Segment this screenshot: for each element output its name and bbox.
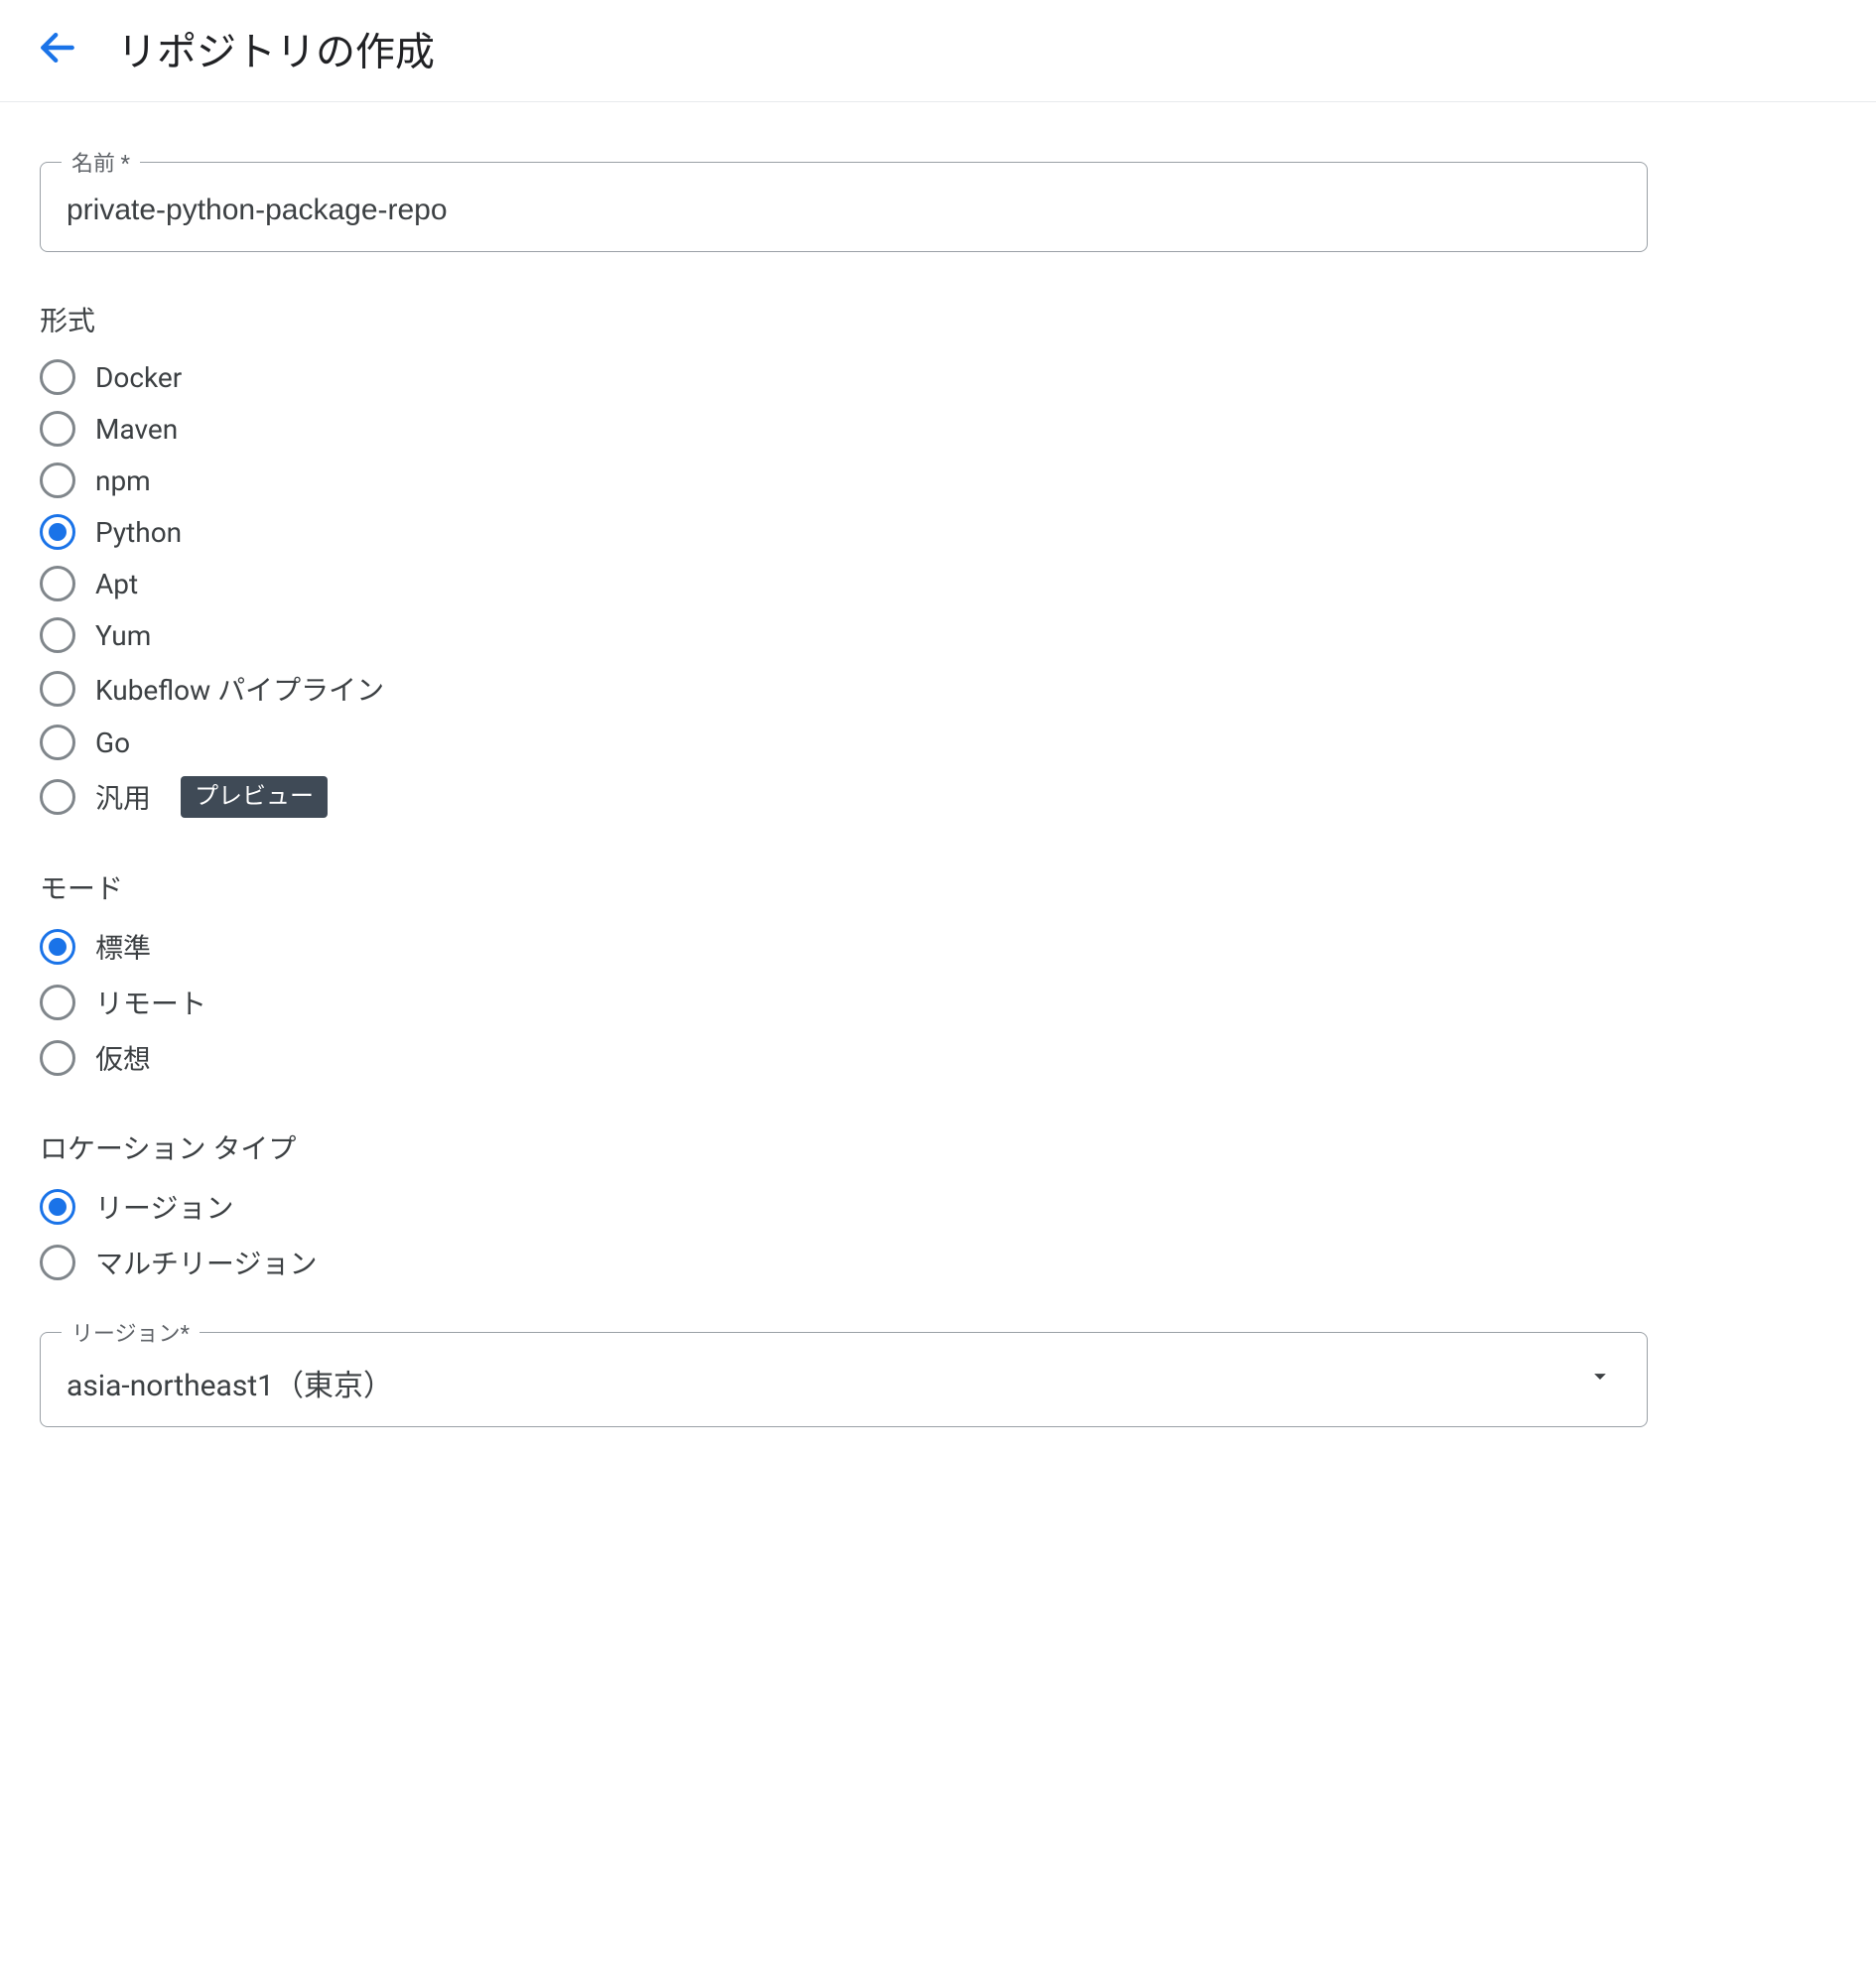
mode-option[interactable]: 仮想 bbox=[40, 1032, 1836, 1084]
format-option[interactable]: Maven bbox=[40, 405, 1836, 453]
format-option[interactable]: Apt bbox=[40, 560, 1836, 607]
back-button[interactable] bbox=[30, 21, 85, 76]
location-type-option[interactable]: リージョン bbox=[40, 1181, 1836, 1233]
page-title: リポジトリの作成 bbox=[117, 20, 435, 77]
name-field: 名前 * bbox=[40, 162, 1648, 252]
format-option[interactable]: 汎用プレビュー bbox=[40, 770, 1836, 824]
radio-icon bbox=[40, 359, 75, 395]
radio-icon bbox=[40, 779, 75, 815]
radio-label: Kubeflow パイプライン bbox=[95, 669, 384, 709]
format-radio-group: Docker Maven npm Python Apt Yum Kubeflow パイプライ… bbox=[40, 353, 1836, 824]
mode-section-label: モード bbox=[40, 867, 1836, 907]
form-area: 名前 * 形式 Docker Maven npm Python Apt Yum Kubefl… bbox=[0, 102, 1876, 1467]
radio-label: npm bbox=[95, 464, 151, 497]
radio-icon bbox=[40, 725, 75, 760]
radio-icon bbox=[40, 463, 75, 498]
format-option[interactable]: Kubeflow パイプライン bbox=[40, 663, 1836, 715]
radio-icon bbox=[40, 1245, 75, 1280]
preview-badge: プレビュー bbox=[181, 776, 328, 818]
format-option[interactable]: Yum bbox=[40, 611, 1836, 659]
radio-label: 汎用 bbox=[95, 777, 151, 817]
radio-icon bbox=[40, 671, 75, 707]
radio-icon bbox=[40, 411, 75, 447]
radio-icon bbox=[40, 1189, 75, 1225]
format-option[interactable]: npm bbox=[40, 457, 1836, 504]
page-header: リポジトリの作成 bbox=[0, 0, 1876, 102]
radio-label: 標準 bbox=[95, 927, 151, 967]
region-select[interactable]: asia-northeast1（東京） bbox=[40, 1332, 1648, 1427]
radio-label: Go bbox=[95, 727, 130, 759]
name-input[interactable] bbox=[40, 162, 1648, 252]
name-field-label: 名前 * bbox=[62, 146, 140, 178]
radio-label: 仮想 bbox=[95, 1038, 151, 1078]
mode-radio-group: 標準リモート仮想 bbox=[40, 921, 1836, 1084]
location-type-radio-group: リージョンマルチリージョン bbox=[40, 1181, 1836, 1288]
radio-label: Yum bbox=[95, 619, 151, 652]
region-field: リージョン* asia-northeast1（東京） bbox=[40, 1332, 1648, 1427]
location-type-option[interactable]: マルチリージョン bbox=[40, 1237, 1836, 1288]
radio-icon bbox=[40, 617, 75, 653]
location-type-section-label: ロケーション タイプ bbox=[40, 1127, 1836, 1167]
format-option[interactable]: Python bbox=[40, 508, 1836, 556]
radio-label: Apt bbox=[95, 568, 138, 600]
radio-icon bbox=[40, 514, 75, 550]
format-option[interactable]: Docker bbox=[40, 353, 1836, 401]
mode-option[interactable]: 標準 bbox=[40, 921, 1836, 973]
region-field-label: リージョン* bbox=[62, 1316, 200, 1348]
arrow-left-icon bbox=[36, 26, 79, 72]
radio-label: マルチリージョン bbox=[95, 1243, 317, 1282]
radio-label: リモート bbox=[95, 983, 206, 1022]
region-select-value: asia-northeast1（東京） bbox=[67, 1361, 393, 1404]
format-option[interactable]: Go bbox=[40, 719, 1836, 766]
radio-label: Maven bbox=[95, 413, 178, 446]
radio-icon bbox=[40, 929, 75, 965]
format-section-label: 形式 bbox=[40, 300, 1836, 339]
radio-label: リージョン bbox=[95, 1187, 233, 1227]
radio-icon bbox=[40, 985, 75, 1020]
mode-option[interactable]: リモート bbox=[40, 977, 1836, 1028]
radio-label: Python bbox=[95, 516, 182, 549]
radio-icon bbox=[40, 1040, 75, 1076]
radio-icon bbox=[40, 566, 75, 601]
radio-label: Docker bbox=[95, 361, 182, 394]
